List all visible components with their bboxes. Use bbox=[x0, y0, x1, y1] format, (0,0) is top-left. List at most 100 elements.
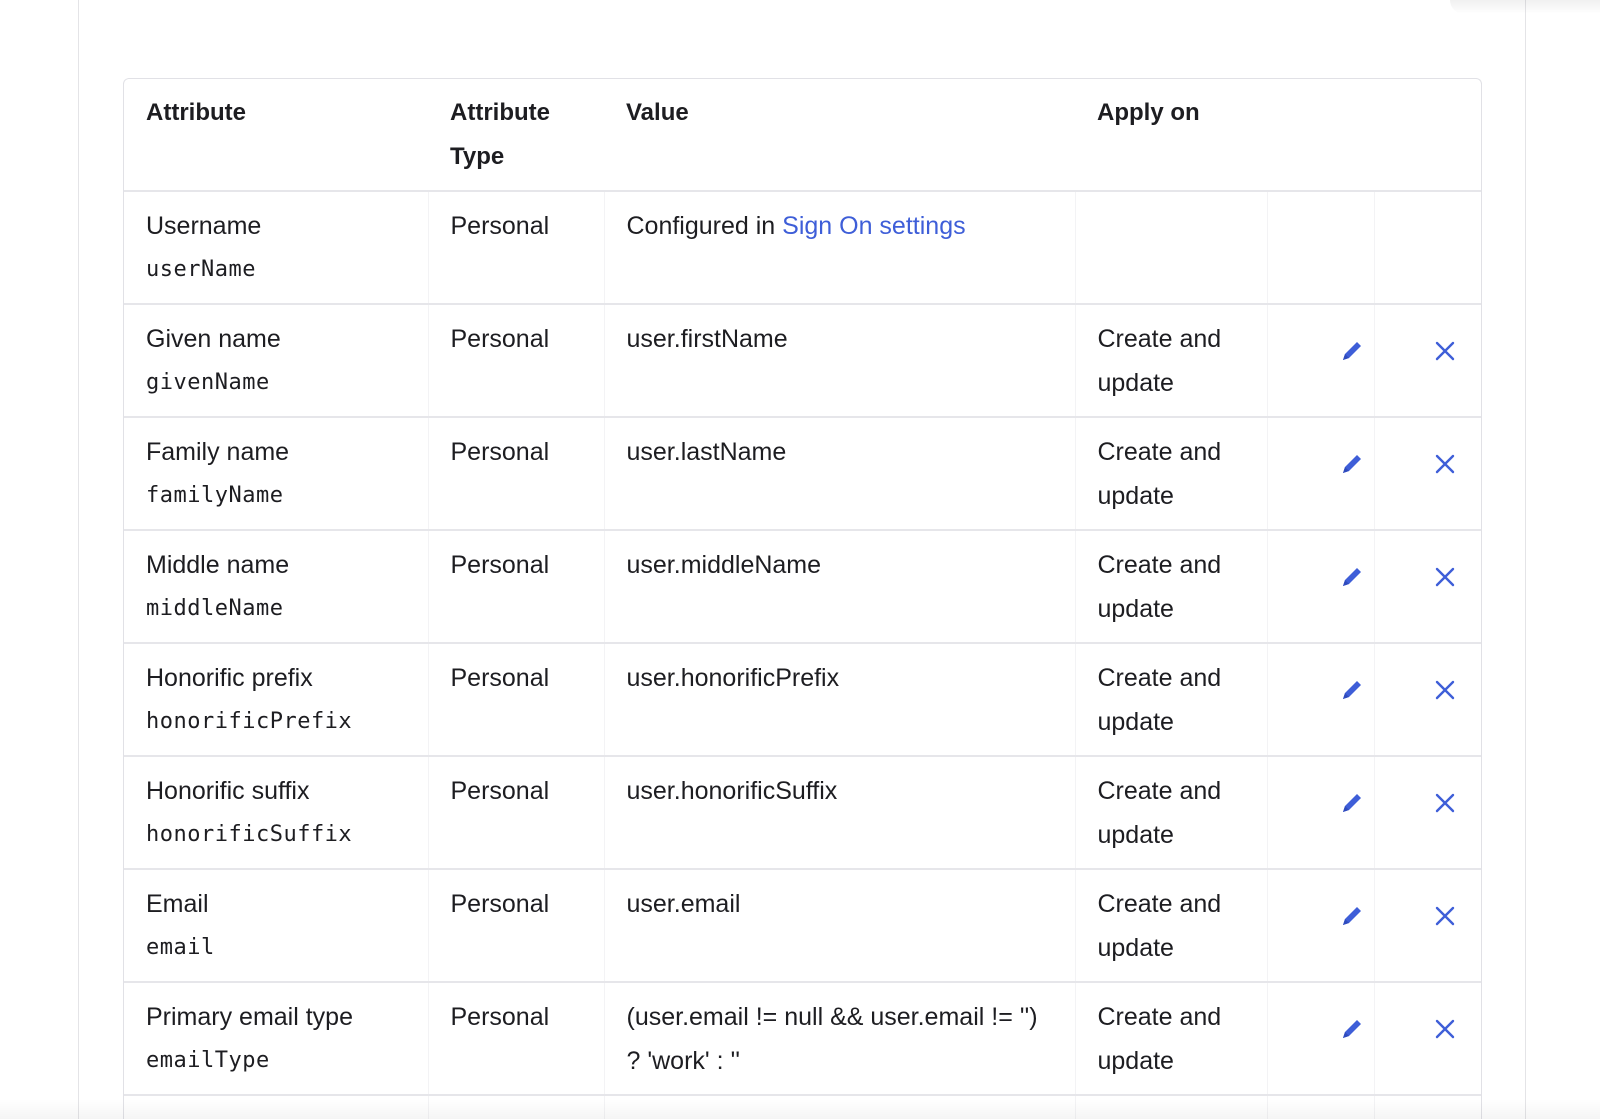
attribute-cell: Email email bbox=[124, 869, 429, 982]
attribute-key: userName bbox=[146, 257, 256, 282]
close-icon[interactable] bbox=[1431, 789, 1459, 817]
attribute-type-cell: Personal bbox=[428, 191, 605, 304]
delete-cell bbox=[1374, 643, 1481, 756]
edit-cell bbox=[1267, 643, 1375, 756]
attribute-key: familyName bbox=[146, 483, 284, 508]
apply-on-cell: Create and update bbox=[1075, 304, 1268, 417]
attribute-key: emailType bbox=[146, 1048, 270, 1073]
sign-on-settings-link[interactable]: Sign On settings bbox=[782, 212, 965, 240]
bottom-shade bbox=[0, 1099, 1600, 1119]
edit-cell-empty bbox=[1267, 191, 1375, 304]
pencil-icon[interactable] bbox=[1338, 789, 1366, 817]
table-row: Family name familyName Personal user.las… bbox=[124, 417, 1481, 530]
value-cell: user.honorificSuffix bbox=[604, 756, 1076, 869]
value-cell: user.email bbox=[604, 869, 1076, 982]
delete-cell-empty bbox=[1374, 191, 1481, 304]
table-row: Username userName Personal Configured in… bbox=[124, 191, 1481, 304]
apply-on-cell: Create and update bbox=[1075, 982, 1268, 1095]
apply-on-cell: Create and update bbox=[1075, 643, 1268, 756]
attribute-cell: Username userName bbox=[124, 191, 429, 304]
header-apply-on: Apply on bbox=[1097, 99, 1200, 126]
table-row: Given name givenName Personal user.first… bbox=[124, 304, 1481, 417]
pencil-icon[interactable] bbox=[1338, 450, 1366, 478]
edit-cell bbox=[1267, 304, 1375, 417]
value-cell: user.firstName bbox=[604, 304, 1076, 417]
panel-shadow bbox=[1450, 0, 1600, 14]
table-header-row: Attribute Attribute Type Value Apply on bbox=[124, 79, 1481, 191]
content-left-border bbox=[78, 0, 79, 1119]
value-cell: (user.email != null && user.email != '')… bbox=[604, 982, 1076, 1095]
value-cell: user.lastName bbox=[604, 417, 1076, 530]
attribute-cell: Primary email type emailType bbox=[124, 982, 429, 1095]
edit-cell bbox=[1267, 530, 1375, 643]
attribute-key: givenName bbox=[146, 370, 270, 395]
table-row: Middle name middleName Personal user.mid… bbox=[124, 530, 1481, 643]
attribute-type-cell: Personal bbox=[428, 417, 605, 530]
apply-on-cell: Create and update bbox=[1075, 756, 1268, 869]
table-row: Honorific suffix honorificSuffix Persona… bbox=[124, 756, 1481, 869]
attribute-cell: Middle name middleName bbox=[124, 530, 429, 643]
delete-cell bbox=[1374, 530, 1481, 643]
apply-on-cell bbox=[1075, 191, 1268, 304]
apply-on-cell: Create and update bbox=[1075, 869, 1268, 982]
attribute-type-cell: Personal bbox=[428, 756, 605, 869]
attribute-cell: Given name givenName bbox=[124, 304, 429, 417]
apply-on-cell: Create and update bbox=[1075, 530, 1268, 643]
pencil-icon[interactable] bbox=[1338, 563, 1366, 591]
attribute-name: Honorific suffix bbox=[146, 777, 310, 805]
close-icon[interactable] bbox=[1431, 563, 1459, 591]
attribute-name: Email bbox=[146, 890, 209, 918]
close-icon[interactable] bbox=[1431, 902, 1459, 930]
close-icon[interactable] bbox=[1431, 1015, 1459, 1043]
table-row: Honorific prefix honorificPrefix Persona… bbox=[124, 643, 1481, 756]
edit-cell bbox=[1267, 756, 1375, 869]
attribute-cell: Family name familyName bbox=[124, 417, 429, 530]
header-attribute: Attribute bbox=[146, 99, 246, 126]
attribute-name: Family name bbox=[146, 438, 290, 466]
attribute-name: Middle name bbox=[146, 551, 290, 579]
attribute-type-cell: Personal bbox=[428, 304, 605, 417]
content-right-border bbox=[1525, 0, 1526, 1119]
edit-cell bbox=[1267, 417, 1375, 530]
delete-cell bbox=[1374, 869, 1481, 982]
table-row: Primary email type emailType Personal (u… bbox=[124, 982, 1481, 1095]
header-edit-empty bbox=[1267, 79, 1374, 191]
attribute-type-cell: Personal bbox=[428, 643, 605, 756]
attribute-cell: Honorific suffix honorificSuffix bbox=[124, 756, 429, 869]
close-icon[interactable] bbox=[1431, 337, 1459, 365]
pencil-icon[interactable] bbox=[1338, 902, 1366, 930]
attribute-type-cell: Personal bbox=[428, 530, 605, 643]
header-delete-empty bbox=[1374, 79, 1481, 191]
page: Attribute Attribute Type Value Apply on … bbox=[0, 0, 1600, 1119]
pencil-icon[interactable] bbox=[1338, 1015, 1366, 1043]
header-value: Value bbox=[626, 99, 689, 126]
value-cell: user.middleName bbox=[604, 530, 1076, 643]
attribute-name: Honorific prefix bbox=[146, 664, 313, 692]
attribute-key: honorificPrefix bbox=[146, 709, 353, 734]
delete-cell bbox=[1374, 756, 1481, 869]
attribute-key: middleName bbox=[146, 596, 284, 621]
close-icon[interactable] bbox=[1431, 450, 1459, 478]
value-cell: user.honorificPrefix bbox=[604, 643, 1076, 756]
attribute-name: Primary email type bbox=[146, 1003, 353, 1031]
attribute-type-cell: Personal bbox=[428, 869, 605, 982]
attribute-name: Username bbox=[146, 212, 262, 240]
pencil-icon[interactable] bbox=[1338, 676, 1366, 704]
pencil-icon[interactable] bbox=[1338, 337, 1366, 365]
value-prefix: Configured in bbox=[626, 212, 783, 240]
attributes-table: Attribute Attribute Type Value Apply on … bbox=[124, 79, 1481, 1119]
table-row: Email email Personal user.email Create a… bbox=[124, 869, 1481, 982]
attribute-key: email bbox=[146, 935, 215, 960]
close-icon[interactable] bbox=[1431, 676, 1459, 704]
attribute-mappings-table: Attribute Attribute Type Value Apply on … bbox=[123, 78, 1482, 1119]
attribute-name: Given name bbox=[146, 325, 281, 353]
delete-cell bbox=[1374, 304, 1481, 417]
delete-cell bbox=[1374, 982, 1481, 1095]
attribute-key: honorificSuffix bbox=[146, 822, 353, 847]
apply-on-cell: Create and update bbox=[1075, 417, 1268, 530]
value-cell: Configured in Sign On settings bbox=[604, 191, 1076, 304]
attribute-type-cell: Personal bbox=[428, 982, 605, 1095]
edit-cell bbox=[1267, 982, 1375, 1095]
attribute-cell: Honorific prefix honorificPrefix bbox=[124, 643, 429, 756]
delete-cell bbox=[1374, 417, 1481, 530]
